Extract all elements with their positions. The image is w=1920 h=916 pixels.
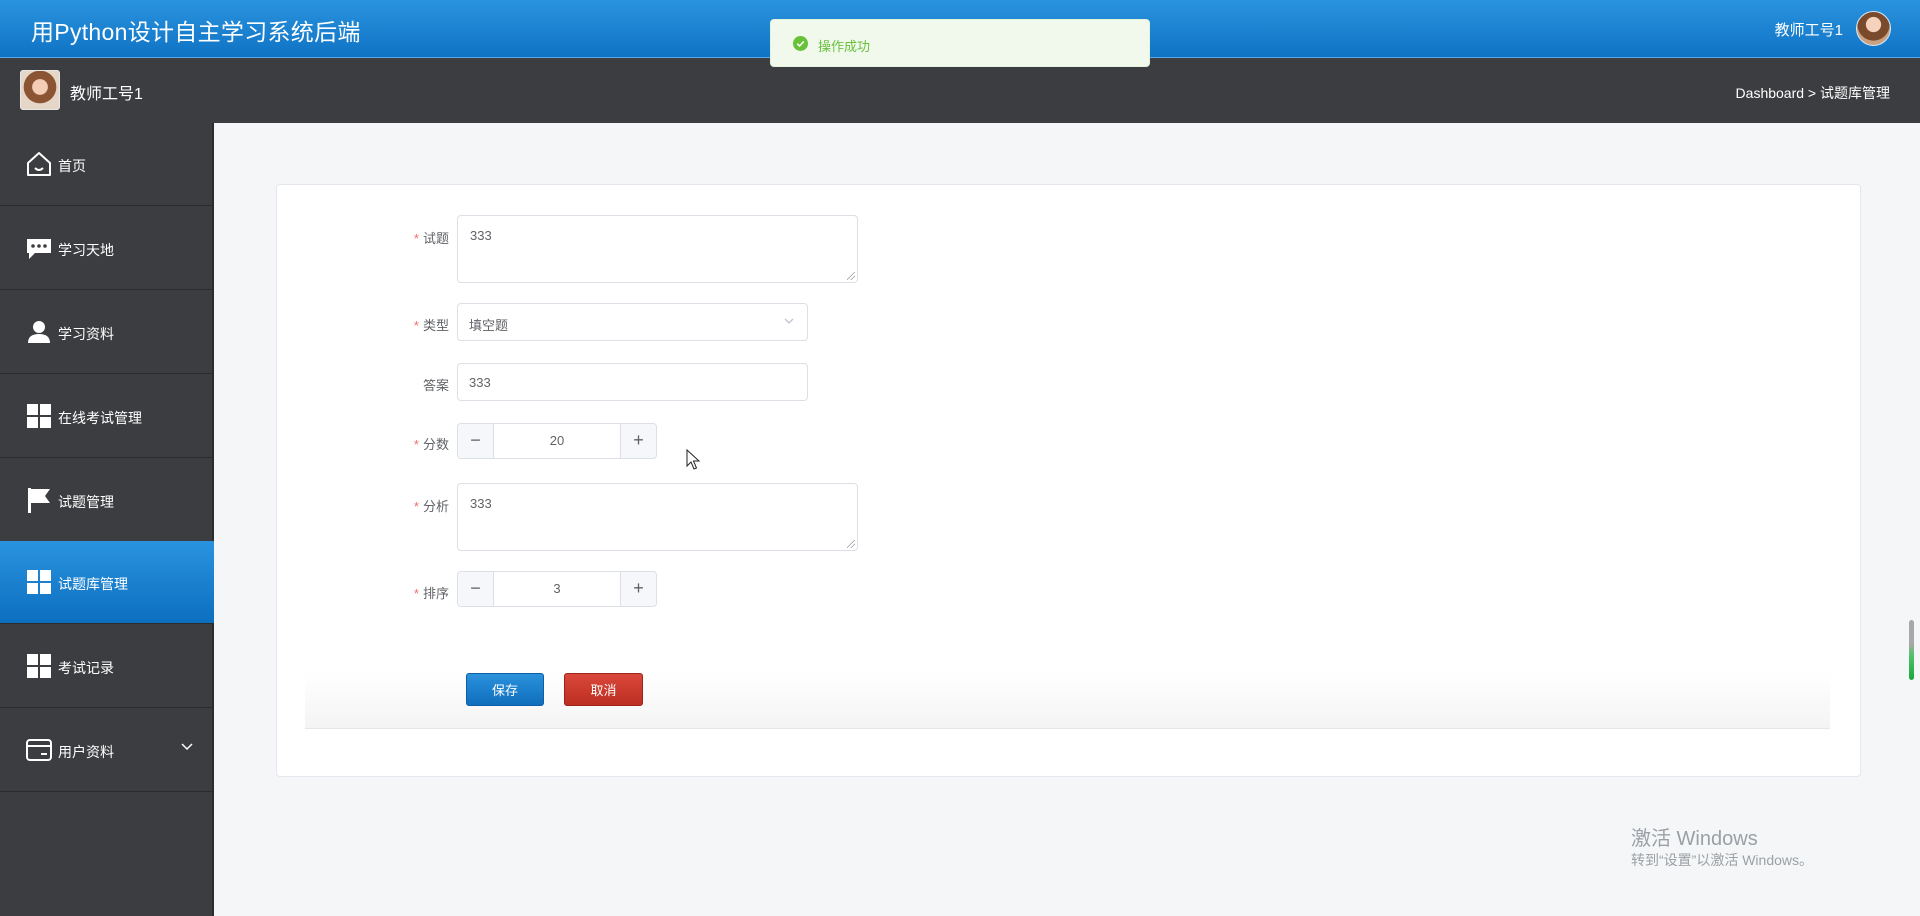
answer-input[interactable]: 333 [457, 363, 808, 401]
grid-icon [27, 404, 51, 428]
grid-icon [27, 570, 51, 594]
sidebar-item-label: 试题库管理 [58, 576, 128, 592]
order-stepper[interactable]: − 3 + [457, 571, 657, 607]
sidebar-item-label: 学习天地 [58, 242, 114, 258]
flag-icon [28, 488, 50, 513]
score-value[interactable]: 20 [494, 424, 620, 458]
sidebar-item-user-profile[interactable]: 用户资料 [0, 709, 214, 792]
page-scrollbar-thumb[interactable] [1909, 620, 1914, 680]
windows-watermark-subtitle: 转到“设置”以激活 Windows。 [1631, 852, 1814, 868]
sidebar-item-label: 用户资料 [58, 744, 114, 760]
app-title: 用Python设计自主学习系统后端 [31, 19, 361, 45]
user-icon [28, 321, 50, 343]
sidebar-item-questions[interactable]: 试题管理 [0, 459, 214, 542]
save-button[interactable]: 保存 [466, 673, 544, 706]
resize-grip-icon[interactable] [847, 540, 855, 548]
sidebar-avatar [20, 70, 60, 110]
required-mark: * [413, 318, 419, 333]
order-value[interactable]: 3 [494, 572, 620, 606]
grid-icon [27, 654, 51, 678]
mouse-cursor-icon [686, 449, 700, 470]
sidebar-item-question-bank[interactable]: 试题库管理 [0, 541, 214, 624]
sidebar-item-study-world[interactable]: 学习天地 [0, 207, 214, 290]
question-value: 333 [470, 228, 492, 243]
answer-value: 333 [469, 375, 491, 390]
chat-bubble-icon [27, 239, 51, 259]
sidebar: 首页 学习天地 学习资料 在线考试管理 试题管理 试题库管理 考试记录 用户资料 [0, 123, 214, 916]
sub-header: 教师工号1 Dashboard > 试题库管理 [0, 58, 1920, 123]
cancel-button[interactable]: 取消 [564, 673, 643, 706]
breadcrumb: Dashboard > 试题库管理 [1735, 85, 1890, 101]
card-icon [26, 739, 52, 761]
type-selected-value: 填空题 [469, 318, 509, 333]
required-mark: * [413, 499, 419, 514]
type-select[interactable]: 填空题 [457, 303, 808, 341]
analysis-value: 333 [470, 496, 492, 511]
sidebar-item-online-exam[interactable]: 在线考试管理 [0, 375, 214, 458]
analysis-textarea[interactable]: 333 [457, 483, 858, 551]
required-mark: * [413, 231, 419, 246]
type-label: * 类型 [413, 318, 449, 333]
sidebar-item-label: 学习资料 [58, 326, 114, 342]
sidebar-item-label: 首页 [58, 158, 86, 174]
sidebar-item-home[interactable]: 首页 [0, 123, 214, 206]
analysis-label: * 分析 [413, 499, 449, 514]
success-toast: 操作成功 [770, 19, 1150, 67]
sidebar-item-study-materials[interactable]: 学习资料 [0, 291, 214, 374]
form-card: * 试题 333 * 类型 填空题 答案 333 * 分数 − 20 + * 分析 33… [276, 184, 1861, 777]
chevron-down-icon[interactable] [180, 740, 194, 754]
home-icon [27, 152, 51, 176]
header-avatar[interactable] [1856, 11, 1891, 46]
question-textarea[interactable]: 333 [457, 215, 858, 283]
sidebar-item-label: 试题管理 [58, 494, 114, 510]
required-mark: * [413, 586, 419, 601]
score-label: * 分数 [413, 437, 449, 452]
toast-message: 操作成功 [818, 39, 871, 54]
score-decrement-button[interactable]: − [458, 424, 494, 458]
check-circle-icon [793, 36, 808, 51]
order-decrement-button[interactable]: − [458, 572, 494, 606]
sidebar-item-exam-records[interactable]: 考试记录 [0, 625, 214, 708]
order-increment-button[interactable]: + [620, 572, 656, 606]
required-mark: * [413, 437, 419, 452]
score-increment-button[interactable]: + [620, 424, 656, 458]
answer-label: 答案 [422, 378, 449, 393]
chevron-down-icon [784, 318, 794, 324]
header-user-name[interactable]: 教师工号1 [1775, 19, 1843, 40]
question-label: * 试题 [413, 231, 449, 246]
windows-watermark-title: 激活 Windows [1631, 828, 1758, 850]
sidebar-user-name: 教师工号1 [70, 86, 143, 103]
sidebar-item-label: 考试记录 [58, 660, 114, 676]
order-label: * 排序 [413, 586, 449, 601]
score-stepper[interactable]: − 20 + [457, 423, 657, 459]
resize-grip-icon[interactable] [847, 272, 855, 280]
sidebar-item-label: 在线考试管理 [58, 410, 142, 426]
